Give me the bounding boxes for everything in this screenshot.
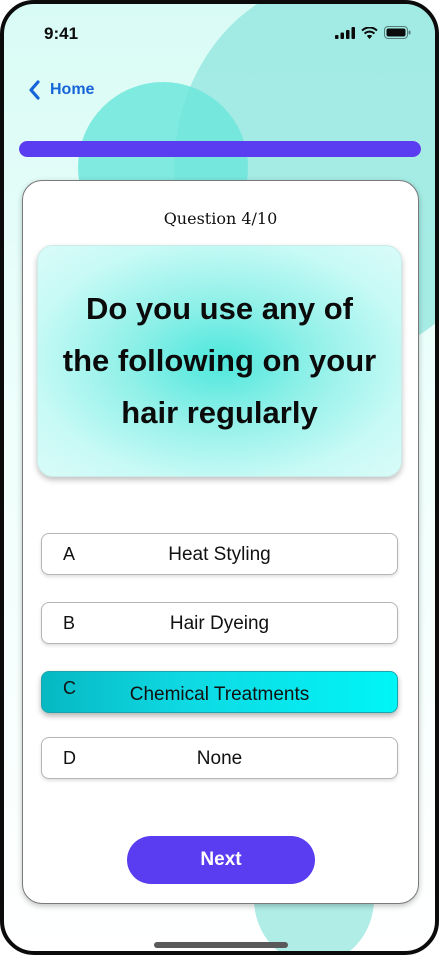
option-b[interactable]: B Hair Dyeing (41, 602, 398, 644)
option-label: Chemical Treatments (129, 684, 310, 705)
question-card: Question 4/10 Do you use any of the foll… (22, 180, 419, 904)
battery-icon (384, 26, 411, 39)
option-label: Hair Dyeing (169, 613, 270, 634)
phone-frame: 9:41 Home Question 4/10 Do you use any o… (0, 0, 439, 955)
status-bar: 9:41 (4, 4, 435, 56)
status-time: 9:41 (44, 24, 79, 43)
back-label: Home (50, 81, 95, 98)
chevron-left-icon (29, 80, 40, 100)
option-c[interactable]: C Chemical Treatments (41, 671, 398, 713)
question-box: Do you use any of the following on your … (37, 245, 402, 477)
option-label: Heat Styling (168, 544, 271, 565)
progress-bar (19, 141, 421, 157)
option-label: None (196, 748, 243, 769)
option-d[interactable]: D None (41, 737, 398, 779)
back-home-button[interactable]: Home (28, 80, 94, 100)
progress-fill (19, 141, 421, 157)
next-button[interactable]: Next (127, 836, 315, 884)
question-text: Do you use any of the following on your … (62, 291, 377, 430)
option-a[interactable]: A Heat Styling (41, 533, 398, 575)
wifi-icon (361, 26, 378, 39)
home-indicator (154, 942, 288, 948)
status-icons (335, 26, 411, 39)
question-counter: Question 4/10 (163, 209, 278, 228)
signal-icon (335, 26, 355, 39)
